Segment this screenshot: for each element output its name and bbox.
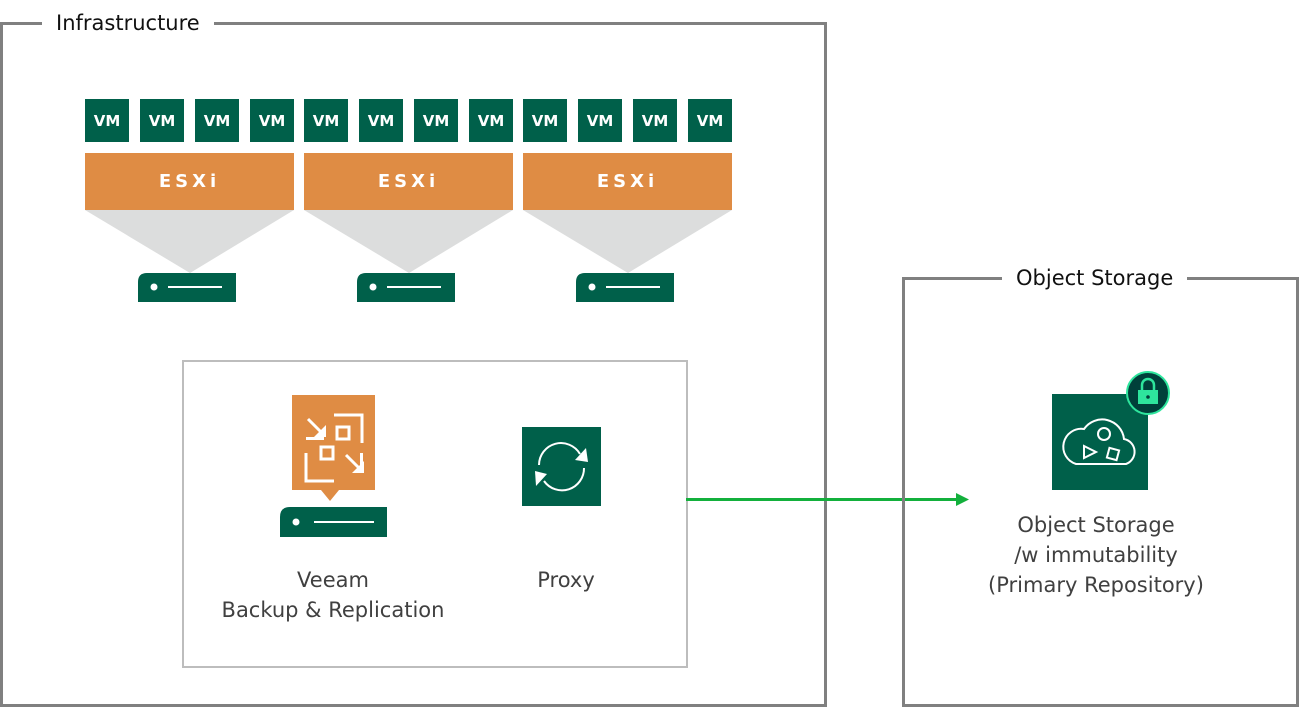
repository-label-line2: /w immutability: [1014, 543, 1178, 567]
vm-tile: VM: [523, 99, 567, 142]
server-icon: [357, 273, 455, 302]
vm-tile: VM: [414, 99, 458, 142]
veeam-backup-server-icon: [280, 395, 387, 537]
lock-icon: [1126, 371, 1170, 415]
esxi-host: ESXi: [304, 153, 513, 210]
object-storage-group: [902, 277, 1299, 707]
vm-tile: VM: [140, 99, 184, 142]
vm-tile: VM: [469, 99, 513, 142]
object-storage-title: Object Storage: [1002, 264, 1188, 292]
vm-tile: VM: [359, 99, 403, 142]
server-icon: [576, 273, 674, 302]
repository-label-line3: (Primary Repository): [988, 573, 1204, 597]
vm-tile: VM: [633, 99, 677, 142]
proxy-label: Proxy: [537, 568, 595, 592]
esxi-host: ESXi: [85, 153, 294, 210]
vm-tile: VM: [195, 99, 239, 142]
vm-tile: VM: [304, 99, 348, 142]
vm-tile: VM: [85, 99, 129, 142]
vm-tile: VM: [578, 99, 622, 142]
repository-label-line1: Object Storage: [1017, 513, 1175, 537]
refresh-cycle-icon: [522, 427, 601, 506]
server-icon: [138, 273, 236, 302]
infrastructure-title: Infrastructure: [42, 9, 214, 37]
backup-server-label-line2: Backup & Replication: [221, 598, 445, 622]
backup-server-label-line1: Veeam: [297, 568, 369, 592]
vm-tile: VM: [688, 99, 732, 142]
vm-tile: VM: [250, 99, 294, 142]
esxi-host: ESXi: [523, 153, 732, 210]
